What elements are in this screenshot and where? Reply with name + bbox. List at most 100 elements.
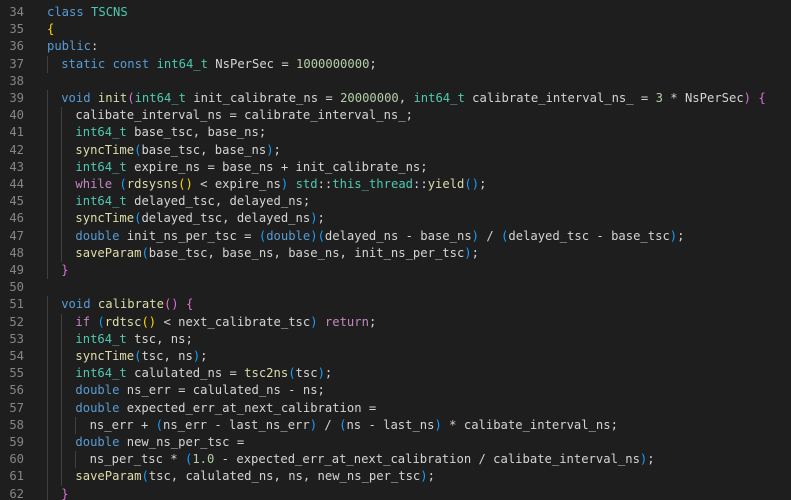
code-token: { [185,297,194,312]
code-token: ns_err - last_ns_err [162,417,310,432]
code-line[interactable]: 37 static const int64_t NsPerSec = 100000… [0,55,791,73]
code-token: calibate_interval_ns = calibrate_interva… [75,108,413,123]
line-number: 37 [9,56,24,71]
code-token: ; [368,314,377,329]
code-line[interactable]: 48 saveParam(base_tsc, base_ns, base_ns, … [0,244,791,262]
line-number: 41 [9,125,24,140]
code-line[interactable]: 36 public: [0,38,791,55]
code-line[interactable]: 42 syncTime(base_tsc, base_ns); [0,141,791,159]
code-token: return [324,314,369,329]
code-line[interactable]: 34 class TSCNS [0,4,791,21]
code-text: void calibrate() { [61,296,193,313]
line-number: 54 [9,349,24,363]
code-line[interactable]: 45 int64_t delayed_tsc, delayed_ns; [0,193,791,211]
code-text: if (rdtsc() < next_calibrate_tsc) return… [75,314,376,331]
code-token: tsc2ns [244,366,289,381]
code-editor[interactable]: 34 class TSCNS 35 {36 public: 37 static const … [0,0,791,500]
indent-guide [47,262,48,280]
indent-guide [47,416,48,434]
code-token: calibrate_interval_ns_ = [464,91,656,105]
code-token: < next_calibrate_tsc [156,314,311,329]
code-line[interactable]: 41 int64_t base_tsc, base_ns; [0,124,791,142]
code-token: tsc, calulated_ns, ns, new_ns_per_tsc [148,469,421,484]
code-line[interactable]: 43 int64_t expire_ns = base_ns + init_cal… [0,158,791,176]
code-line[interactable]: 62} [0,485,791,500]
line-number: 38 [9,73,24,88]
code-line[interactable]: 50 [0,279,791,296]
code-text: calibate_interval_ns = calibrate_interva… [75,107,413,124]
code-line[interactable]: 54 syncTime(tsc, ns); [0,348,791,366]
code-token: tsc, ns; [126,331,193,346]
code-token: tsc, ns [141,349,193,363]
code-line[interactable]: 58 ns_err + (ns_err - last_ns_err) / (ns … [0,416,791,434]
code-token: double [75,383,120,398]
code-text: double new_ns_per_tsc = [75,434,244,451]
code-token: syncTime [75,211,135,226]
code-token: , [398,91,414,105]
code-token: tsc [295,366,318,381]
code-line[interactable]: 49} [0,262,791,280]
code-token: int64_t [75,194,127,209]
code-line[interactable]: 55 int64_t calulated_ns = tsc2ns(tsc); [0,365,791,383]
code-token: delayed_tsc, delayed_ns; [126,194,311,209]
code-line[interactable]: 53 int64_t tsc, ns; [0,330,791,348]
code-token: () [141,314,157,329]
code-token: :: [317,177,333,191]
code-token: rdsysns [126,177,179,191]
code-line[interactable]: 52 if (rdtsc() < next_calibrate_tsc) retu… [0,313,791,331]
line-number: 55 [9,366,24,381]
code-token: delayed_ns - base_ns [324,228,472,243]
code-text: public: [47,38,98,55]
line-number: 57 [9,400,24,415]
code-token: * NsPerSec [662,91,744,105]
indent-guide [61,416,63,434]
indent-guide [47,107,48,125]
code-token: NsPerSec = [207,56,297,71]
code-text: saveParam(base_tsc, base_ns, base_ns, in… [75,245,479,262]
code-line[interactable]: 60 ns_per_tsc * (1.0 - expected_err_at_ne… [0,451,791,469]
code-token: calulated_ns = [126,366,245,381]
code-token: - expected_err_at_next_calibration / cal… [214,452,640,467]
code-line[interactable]: 57 double expected_err_at_next_calibratio… [0,399,791,417]
code-token: () [178,177,193,191]
code-token: if [75,314,91,329]
code-line[interactable]: 56 double ns_err = calulated_ns - ns; [0,382,791,400]
code-line[interactable]: 39 void init(int64_t init_calibrate_ns = … [0,90,791,108]
indent-guide [61,158,63,176]
code-text: { [47,21,54,38]
indent-guide [47,313,48,331]
indent-guide [47,244,48,262]
line-number: 58 [9,417,24,432]
indent-guide [61,313,63,331]
indent-guide [47,330,48,348]
code-text: } [61,262,68,279]
indent-guide [47,468,48,486]
code-token: ( [141,245,149,260]
code-line[interactable]: 38 [0,73,791,90]
indent-guide [61,141,63,159]
indent-guide [47,227,48,245]
code-token: const [112,56,150,71]
code-token: :: [413,177,428,191]
code-line[interactable]: 44 while (rdsysns() < expire_ns) std::thi… [0,176,791,194]
code-line[interactable]: 59 double new_ns_per_tsc = [0,434,791,452]
code-line[interactable]: 61 saveParam(tsc, calulated_ns, ns, new_n… [0,468,791,486]
code-line[interactable]: 51 void calibrate() { [0,296,791,314]
code-token: base_tsc, base_ns [141,142,267,157]
code-token: ; [273,142,281,157]
code-token: ) [310,314,318,329]
code-line[interactable]: 35 { [0,21,791,38]
code-line[interactable]: 40 calibate_interval_ns = calibrate_inter… [0,107,791,125]
indent-guide [47,141,48,159]
code-token: / [479,228,502,243]
code-text: static const int64_t NsPerSec = 10000000… [61,56,377,73]
code-line[interactable]: 46 syncTime(delayed_tsc, delayed_ns); [0,210,791,228]
code-token: 3 [655,91,663,105]
indent-guide [61,107,63,125]
code-line[interactable]: 47 double init_ns_per_tsc = (double)(dela… [0,227,791,245]
code-token: ; [317,211,325,226]
indent-guide [61,399,63,417]
code-token: ; [471,245,479,260]
